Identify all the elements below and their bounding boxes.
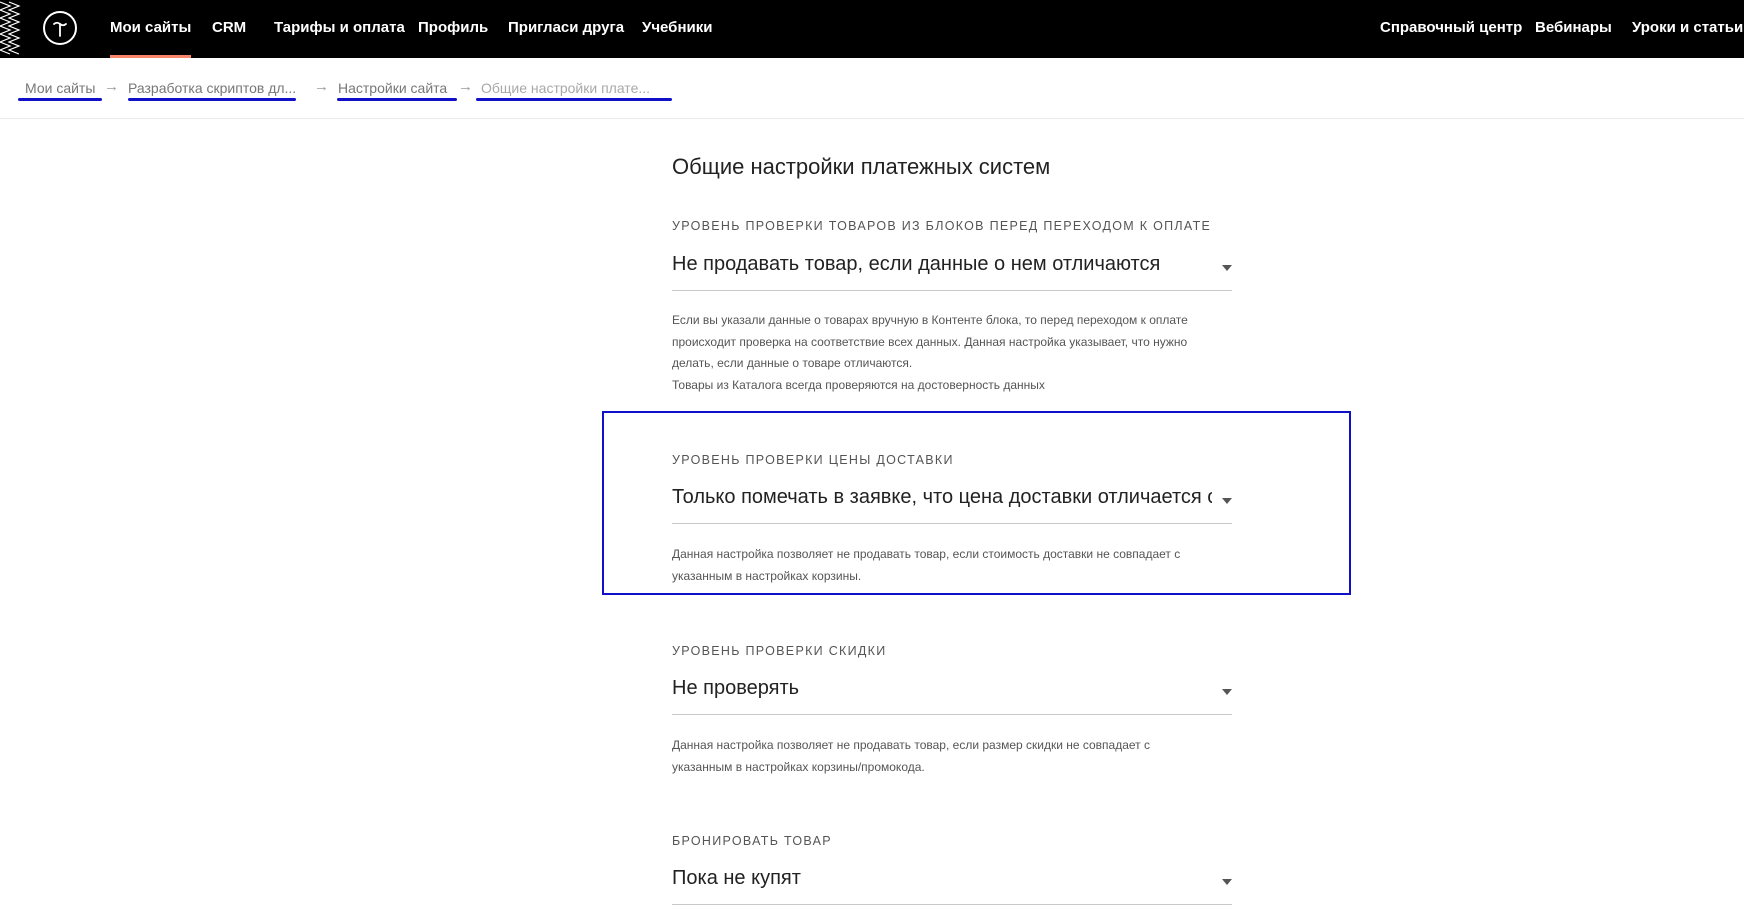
select-value: Не продавать товар, если данные о нем от…	[672, 253, 1161, 275]
annotation-underline	[337, 98, 457, 101]
nav-webinars[interactable]: Вебинары	[1535, 0, 1612, 58]
chevron-down-icon	[1222, 498, 1232, 504]
hint-line: Товары из Каталога всегда проверяются на…	[672, 377, 1045, 392]
delivery-check-hint: Данная настройка позволяет не продавать …	[672, 544, 1232, 587]
annotation-underline	[128, 98, 296, 101]
section-label-delivery-check: Уровень проверки цены доставки	[672, 453, 954, 467]
products-check-select[interactable]: Не продавать товар, если данные о нем от…	[672, 249, 1232, 291]
nav-tariffs[interactable]: Тарифы и оплата	[274, 0, 405, 58]
nav-my-sites[interactable]: Мои сайты	[110, 0, 192, 58]
discount-check-select[interactable]: Не проверять	[672, 673, 1232, 715]
top-navigation-bar: Мои сайты CRM Тарифы и оплата Профиль Пр…	[0, 0, 1744, 58]
breadcrumb-arrow-icon: →	[458, 78, 473, 95]
section-label-reserve-product: Бронировать товар	[672, 834, 832, 848]
nav-help-center[interactable]: Справочный центр	[1380, 0, 1522, 58]
reserve-product-select[interactable]: Пока не купят	[672, 863, 1232, 905]
hint-line: указанным в настройках корзины/промокода…	[672, 759, 925, 774]
chevron-down-icon	[1222, 265, 1232, 271]
select-value: Пока не купят	[672, 867, 801, 889]
nav-tutorials[interactable]: Учебники	[642, 0, 712, 58]
hint-line: Если вы указали данные о товарах вручную…	[672, 313, 1188, 327]
select-value: Не проверять	[672, 677, 800, 699]
breadcrumb-my-sites[interactable]: Мои сайты	[25, 80, 95, 96]
section-label-products-check: Уровень проверки товаров из блоков перед…	[672, 219, 1212, 233]
breadcrumb-arrow-icon: →	[314, 78, 329, 95]
chevron-down-icon	[1222, 879, 1232, 885]
breadcrumb-arrow-icon: →	[104, 78, 119, 95]
annotation-underline	[476, 98, 672, 101]
nav-profile[interactable]: Профиль	[418, 0, 488, 58]
select-value: Только помечать в заявке, что цена доста…	[672, 486, 1212, 508]
breadcrumb: Мои сайты → Разработка скриптов дл... → …	[0, 58, 1744, 119]
breadcrumb-site-settings[interactable]: Настройки сайта	[338, 80, 447, 96]
nav-lessons-articles[interactable]: Уроки и статьи	[1632, 0, 1743, 58]
discount-check-hint: Данная настройка позволяет не продавать …	[672, 735, 1232, 778]
hint-line: происходит проверка на соответствие всех…	[672, 334, 1188, 349]
hint-line: Данная настройка позволяет не продавать …	[672, 547, 1181, 561]
delivery-check-select[interactable]: Только помечать в заявке, что цена доста…	[672, 482, 1232, 524]
breadcrumb-current: Общие настройки плате...	[481, 80, 651, 96]
hint-line: указанным в настройках корзины.	[672, 568, 862, 583]
hint-line: делать, если данные о товаре отличаются.	[672, 356, 913, 370]
nav-invite-friend[interactable]: Пригласи друга	[508, 0, 624, 58]
zigzag-decoration-icon	[0, 1, 21, 55]
products-check-hint: Если вы указали данные о товарах вручную…	[672, 310, 1232, 396]
hint-line: Данная настройка позволяет не продавать …	[672, 738, 1151, 752]
tilda-logo-icon[interactable]	[43, 11, 77, 45]
chevron-down-icon	[1222, 689, 1232, 695]
annotation-underline	[18, 98, 102, 101]
section-label-discount-check: Уровень проверки скидки	[672, 644, 887, 658]
page-title: Общие настройки платежных систем	[672, 154, 1051, 179]
breadcrumb-site[interactable]: Разработка скриптов дл...	[128, 80, 296, 96]
nav-crm[interactable]: CRM	[212, 0, 246, 58]
